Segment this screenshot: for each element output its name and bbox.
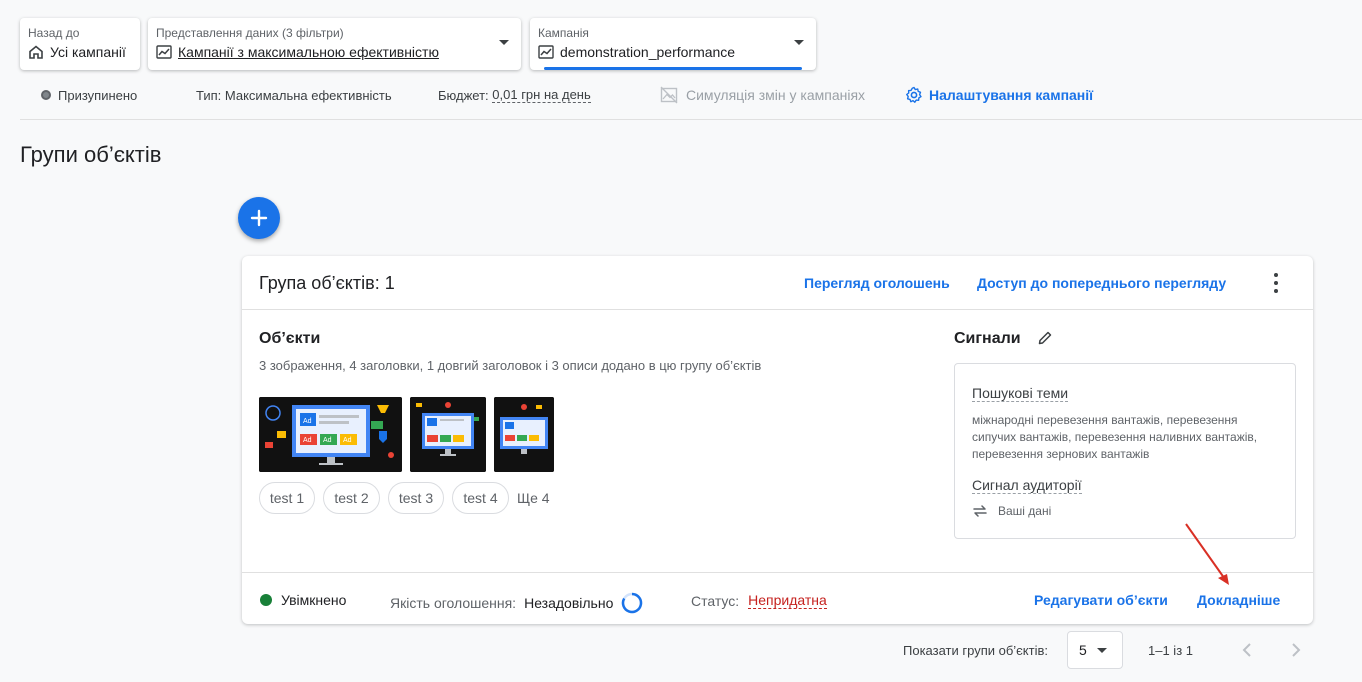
edit-icon[interactable] bbox=[1037, 330, 1053, 346]
budget-label: Бюджет: bbox=[438, 87, 489, 103]
simulation-link: Симуляція змін у кампаніях bbox=[660, 86, 865, 104]
campaign-settings-link[interactable]: Налаштування кампанії bbox=[905, 86, 1093, 104]
search-themes-text: міжнародні перевезення вантажів, перевез… bbox=[972, 413, 1258, 461]
campaign-label: Кампанія bbox=[538, 26, 589, 40]
ad-strength-value: Незадовільно bbox=[524, 595, 614, 611]
asset-image-thumbnail[interactable] bbox=[494, 397, 554, 472]
audience-signal-title[interactable]: Сигнал аудиторії bbox=[972, 477, 1082, 494]
search-themes-title[interactable]: Пошукові теми bbox=[972, 385, 1069, 402]
headline-chip[interactable]: test 2 bbox=[323, 482, 380, 514]
card-header: Група об’єктів: 1 Перегляд оголошень Дос… bbox=[242, 256, 1313, 310]
image-icon bbox=[660, 86, 678, 104]
assets-description: 3 зображення, 4 заголовки, 1 довгий заго… bbox=[259, 358, 762, 373]
simulation-text: Симуляція змін у кампаніях bbox=[686, 87, 866, 103]
plus-icon bbox=[250, 209, 268, 227]
eligibility-status: Статус: Непридатна bbox=[691, 592, 827, 609]
asset-image-thumbnail[interactable] bbox=[410, 397, 486, 472]
chevron-left-icon[interactable] bbox=[1237, 640, 1257, 660]
trend-icon bbox=[156, 44, 172, 60]
trend-icon bbox=[538, 44, 554, 60]
back-to-value: Усі кампанії bbox=[50, 44, 126, 60]
annotation-arrow-icon bbox=[1185, 523, 1229, 585]
ad-strength-label: Якість оголошення: bbox=[390, 595, 517, 611]
enabled-status[interactable]: Увімкнено bbox=[260, 592, 346, 608]
campaign-value: demonstration_performance bbox=[560, 44, 736, 60]
campaign-settings-text: Налаштування кампанії bbox=[929, 87, 1094, 103]
headline-chip[interactable]: test 1 bbox=[259, 482, 315, 514]
divider bbox=[20, 119, 1362, 120]
eligibility-status-label: Статус: bbox=[691, 592, 740, 609]
details-link[interactable]: Докладніше bbox=[1197, 592, 1280, 608]
data-view-value: Кампанії з максимальною ефективністю bbox=[178, 44, 439, 60]
edit-assets-link[interactable]: Редагувати об’єкти bbox=[1034, 592, 1168, 608]
enabled-status-text: Увімкнено bbox=[281, 592, 347, 608]
budget-value[interactable]: 0,01 грн на день bbox=[492, 87, 591, 103]
card-footer: Увімкнено Якість оголошення: Незадовільн… bbox=[242, 572, 1313, 624]
sync-icon bbox=[972, 504, 988, 518]
page-size-value: 5 bbox=[1079, 642, 1087, 658]
ad-label: Ad bbox=[303, 418, 312, 425]
campaign-status-text: Призупинено bbox=[58, 87, 138, 103]
back-to-label: Назад до bbox=[28, 26, 80, 40]
chevron-down-icon bbox=[794, 40, 804, 45]
more-vert-icon[interactable] bbox=[1273, 273, 1279, 293]
chevron-down-icon bbox=[1096, 647, 1107, 653]
home-icon bbox=[28, 44, 44, 60]
more-assets-count: Ще 4 bbox=[517, 490, 550, 506]
campaign-type: Тип: Максимальна ефективність bbox=[196, 87, 392, 103]
asset-group-title: Група об’єктів: 1 bbox=[259, 273, 395, 293]
back-to-value-row: Усі кампанії bbox=[28, 44, 132, 60]
preview-access-link[interactable]: Доступ до попереднього перегляду bbox=[977, 275, 1226, 291]
signals-panel: Пошукові теми міжнародні перевезення ван… bbox=[954, 363, 1296, 539]
back-to-selector[interactable]: Назад до Усі кампанії bbox=[20, 18, 140, 70]
campaign-budget: Бюджет: 0,01 грн на день bbox=[438, 86, 591, 104]
ad-label: Ad bbox=[343, 437, 352, 444]
ad-label: Ad bbox=[323, 437, 332, 444]
data-view-value-row: Кампанії з максимальною ефективністю bbox=[156, 44, 513, 60]
headline-chip[interactable]: test 3 bbox=[388, 482, 444, 514]
page-size-select[interactable]: 5 bbox=[1067, 631, 1123, 669]
view-ads-link[interactable]: Перегляд оголошень bbox=[804, 275, 950, 291]
asset-group-card: Група об’єктів: 1 Перегляд оголошень Дос… bbox=[242, 256, 1313, 624]
ad-label: Ad bbox=[303, 437, 312, 444]
enabled-status-icon bbox=[260, 594, 272, 606]
add-asset-group-button[interactable] bbox=[238, 197, 280, 239]
eligibility-status-value[interactable]: Непридатна bbox=[748, 592, 827, 609]
signals-title: Сигнали bbox=[954, 330, 1021, 347]
gear-icon bbox=[905, 86, 923, 104]
ad-strength-ring-icon bbox=[621, 592, 643, 614]
campaign-value-row: demonstration_performance bbox=[538, 44, 808, 60]
focus-indicator bbox=[544, 67, 802, 70]
chevron-down-icon bbox=[499, 40, 509, 45]
headline-chip[interactable]: test 4 bbox=[452, 482, 509, 514]
data-view-label: Представлення даних (3 фільтри) bbox=[156, 26, 344, 40]
paused-icon bbox=[41, 90, 51, 100]
audience-signal-text: Ваші дані bbox=[998, 504, 1052, 518]
asset-image-thumbnail[interactable]: Ad Ad Ad Ad bbox=[259, 397, 402, 472]
chevron-right-icon[interactable] bbox=[1286, 640, 1306, 660]
page-title: Групи об’єктів bbox=[20, 142, 162, 167]
pager-range: 1–1 із 1 bbox=[1148, 642, 1193, 658]
audience-signal-value: Ваші дані bbox=[972, 504, 1051, 518]
pager-label: Показати групи об’єктів: bbox=[903, 642, 1048, 658]
campaign-status: Призупинено bbox=[41, 86, 137, 104]
assets-title: Об’єкти bbox=[259, 330, 321, 347]
campaign-selector[interactable]: Кампанія demonstration_performance bbox=[530, 18, 816, 70]
data-view-selector[interactable]: Представлення даних (3 фільтри) Кампанії… bbox=[148, 18, 521, 70]
ad-strength: Якість оголошення: Незадовільно bbox=[390, 592, 643, 614]
